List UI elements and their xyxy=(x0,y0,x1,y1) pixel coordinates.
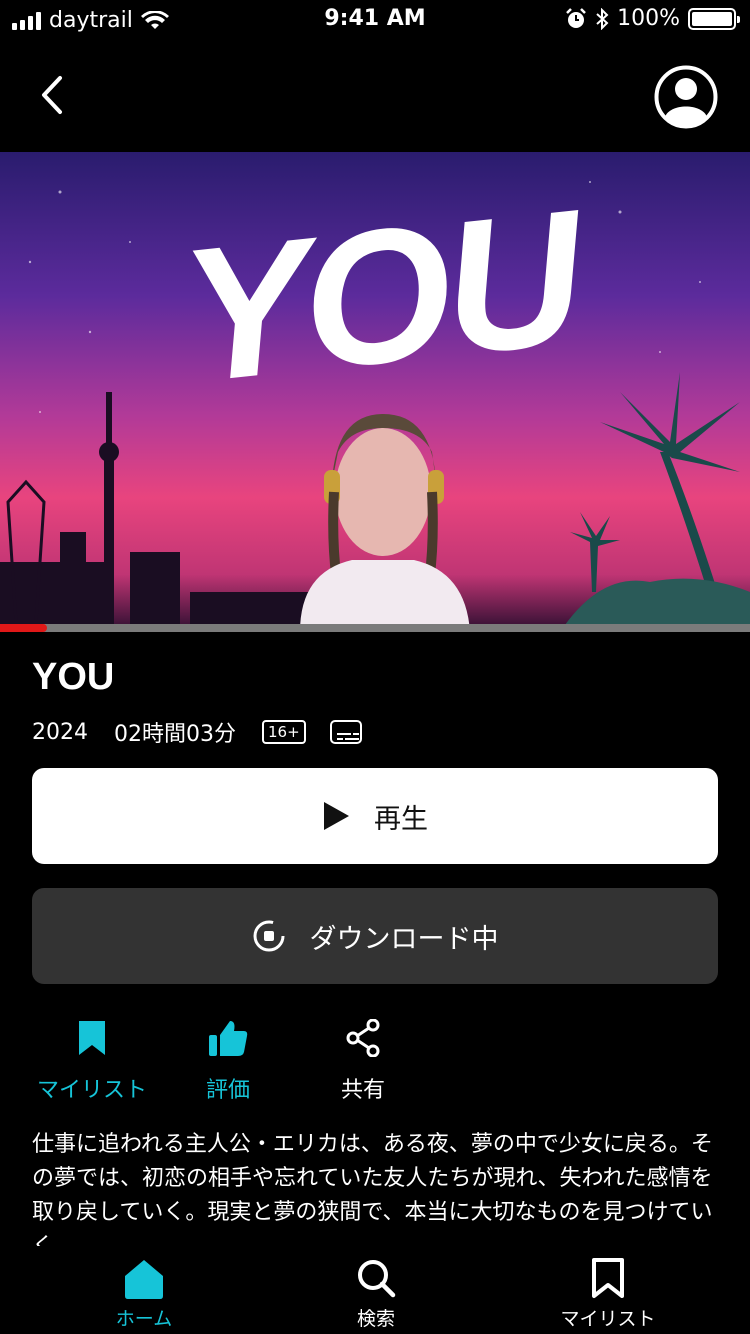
battery-percent: 100% xyxy=(617,6,680,31)
account-icon xyxy=(654,65,718,129)
tab-search-label: 検索 xyxy=(356,1308,395,1330)
chevron-left-icon xyxy=(42,76,62,114)
content-meta: 2024 02時間03分 16+ xyxy=(32,716,362,748)
status-bar: daytrail 9:41 AM 100% xyxy=(0,0,750,40)
age-rating-badge: 16+ xyxy=(262,720,306,744)
content-title: YOU xyxy=(32,656,115,698)
nav-bar xyxy=(0,40,750,150)
download-label: ダウンロード中 xyxy=(309,923,499,955)
rate-action-label: 評価 xyxy=(205,1078,250,1103)
playback-progress[interactable] xyxy=(0,624,750,632)
play-icon xyxy=(324,802,349,830)
add-to-mylist-button[interactable]: マイリスト xyxy=(32,1016,152,1104)
status-right: 100% xyxy=(565,6,740,31)
alarm-icon xyxy=(566,7,586,28)
subtitles-icon xyxy=(329,720,362,744)
progress-fill xyxy=(0,624,48,632)
tab-mylist-label: マイリスト xyxy=(560,1308,656,1330)
tab-home[interactable]: ホーム xyxy=(94,1256,194,1331)
downloading-icon xyxy=(253,920,284,952)
tab-search[interactable]: 検索 xyxy=(326,1256,426,1331)
release-year: 2024 xyxy=(32,719,88,745)
hero-artwork[interactable]: YOU xyxy=(0,152,750,632)
tab-home-label: ホーム xyxy=(115,1308,173,1330)
profile-button[interactable] xyxy=(654,65,718,129)
back-button[interactable] xyxy=(30,70,74,120)
hero-illustration: YOU xyxy=(0,170,750,632)
duration: 02時間03分 xyxy=(114,722,236,747)
bookmark-icon xyxy=(592,1258,624,1298)
share-icon xyxy=(346,1019,380,1057)
share-button[interactable]: 共有 xyxy=(323,1016,403,1104)
rate-button[interactable]: 評価 xyxy=(188,1016,268,1104)
play-label: 再生 xyxy=(374,803,428,835)
share-action-label: 共有 xyxy=(340,1078,385,1103)
download-button[interactable]: ダウンロード中 xyxy=(32,888,718,984)
action-row: マイリスト 評価 共有 xyxy=(0,1016,750,1106)
thumbs-up-icon xyxy=(209,1021,248,1056)
synopsis: 仕事に追われる主人公・エリカは、ある夜、夢の中で少女に戻る。その夢では、初恋の相… xyxy=(32,1132,713,1246)
mylist-action-label: マイリスト xyxy=(36,1078,147,1103)
bluetooth-icon xyxy=(596,7,609,30)
bookmark-filled-icon xyxy=(79,1021,105,1055)
home-icon xyxy=(125,1260,163,1299)
tab-bar: ホーム 検索 マイリスト xyxy=(0,1246,750,1334)
battery-icon xyxy=(688,7,740,30)
tab-mylist[interactable]: マイリスト xyxy=(548,1256,668,1331)
hero-logo: YOU xyxy=(173,170,597,423)
play-button[interactable]: 再生 xyxy=(32,768,718,864)
search-icon xyxy=(358,1260,396,1298)
